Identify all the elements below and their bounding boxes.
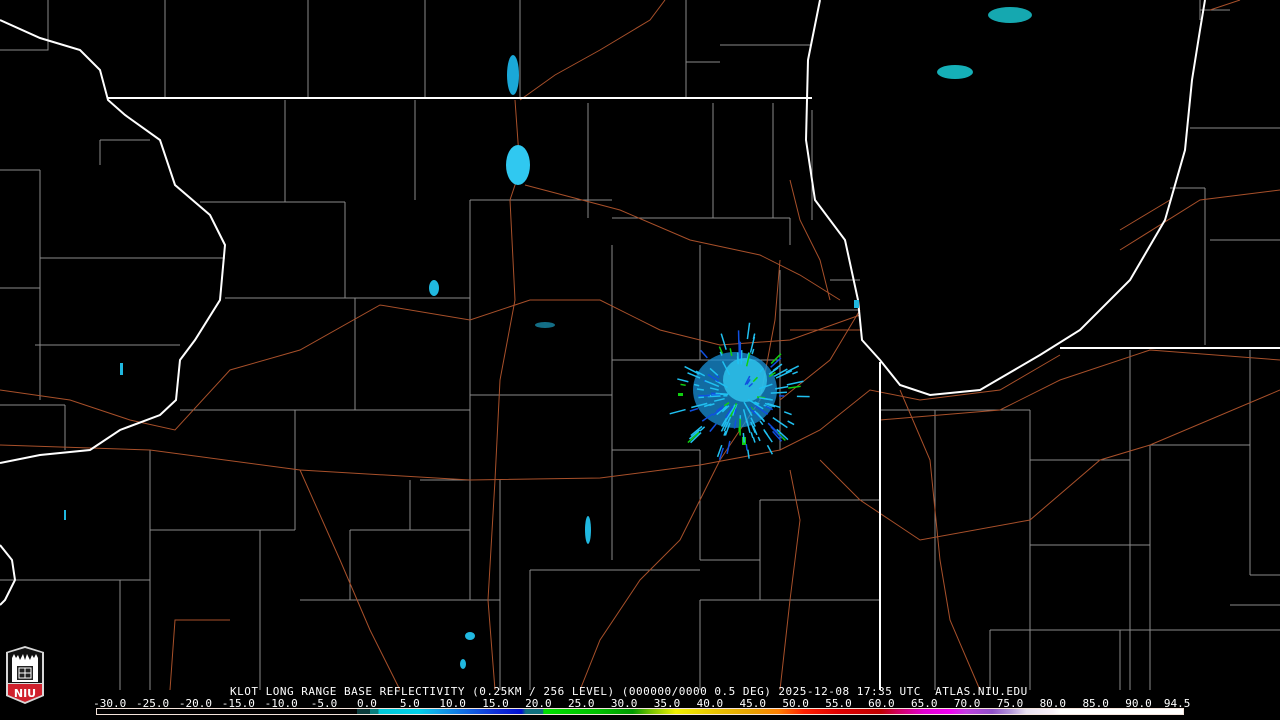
radar-echo-streak <box>696 388 704 391</box>
radar-echo-streak <box>766 444 774 455</box>
radar-echo-streak <box>752 437 756 443</box>
radar-echo-streak <box>792 371 798 375</box>
radar-echo-streak <box>759 420 764 426</box>
radar-echo-streak <box>677 378 689 383</box>
niu-logo: NIU <box>4 646 46 704</box>
state-borders <box>0 0 1280 690</box>
radar-echo-streak <box>783 411 792 416</box>
radar-echo-streak <box>726 440 731 455</box>
radar-echo-streak <box>788 385 801 389</box>
radar-echo-streak <box>684 365 700 375</box>
radar-echo-streak <box>689 407 699 412</box>
radar-map <box>0 0 1280 691</box>
radar-echo-streak <box>700 349 708 359</box>
reflectivity-colorbar <box>96 708 1184 715</box>
radar-echo-streak <box>757 436 761 442</box>
radar-echo-streak <box>746 322 751 340</box>
radar-echo-streak <box>745 444 748 451</box>
radar-echo-streak <box>770 391 787 394</box>
radar-echo-streak <box>775 385 789 390</box>
radar-echo-streak <box>720 333 727 350</box>
radar-echo-streak <box>740 350 743 365</box>
radar-echo-streak <box>767 422 779 434</box>
radar-echo-streak <box>742 432 745 443</box>
radar-echo-streak <box>751 348 755 355</box>
radar-echo-streak <box>709 423 717 433</box>
radar-echo-streak <box>787 420 795 426</box>
radar-echo-streak <box>763 429 768 436</box>
radar-echo-streak <box>680 383 686 387</box>
radar-echo-streak <box>715 392 729 395</box>
radar-echo-streak <box>669 408 686 415</box>
radar-echo-streak <box>747 449 750 459</box>
radar-echo-streak <box>750 432 754 439</box>
